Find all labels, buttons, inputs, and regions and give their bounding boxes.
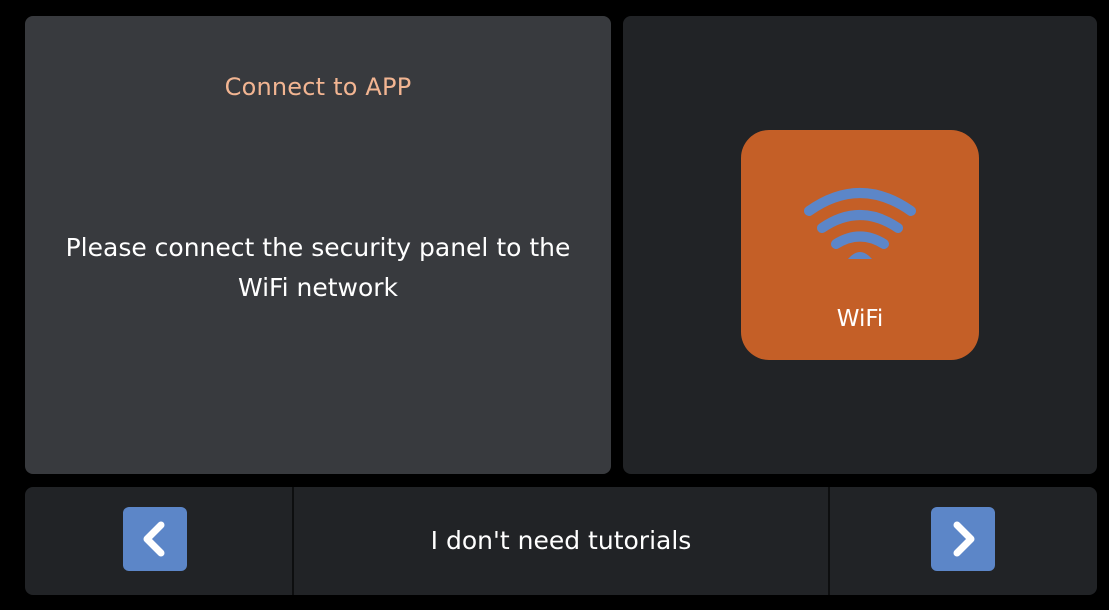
wifi-arc-inner: [831, 231, 889, 249]
divider: [828, 487, 830, 595]
wifi-button[interactable]: WiFi: [741, 130, 979, 360]
tutorial-screen: Connect to APP Please connect the securi…: [0, 0, 1109, 610]
previous-button[interactable]: [123, 507, 187, 571]
wifi-arc-middle: [817, 210, 903, 233]
instruction-line-1: Please connect the security panel to the: [65, 233, 571, 262]
page-title: Connect to APP: [224, 73, 412, 101]
wifi-arc-outer: [804, 188, 916, 216]
connection-options-panel: WiFi: [623, 16, 1097, 474]
instruction-text: Please connect the security panel to the…: [25, 228, 611, 308]
skip-tutorial-button[interactable]: I don't need tutorials: [294, 487, 828, 595]
navigation-bar: I don't need tutorials: [25, 487, 1097, 595]
chevron-left-icon: [143, 521, 165, 557]
wifi-dot: [848, 252, 872, 259]
next-button[interactable]: [931, 507, 995, 571]
instruction-line-2: WiFi network: [237, 273, 399, 302]
chevron-right-icon: [953, 521, 975, 557]
connect-info-panel: Connect to APP Please connect the securi…: [25, 16, 611, 474]
wifi-label: WiFi: [836, 306, 884, 332]
wifi-icon: [804, 188, 916, 259]
